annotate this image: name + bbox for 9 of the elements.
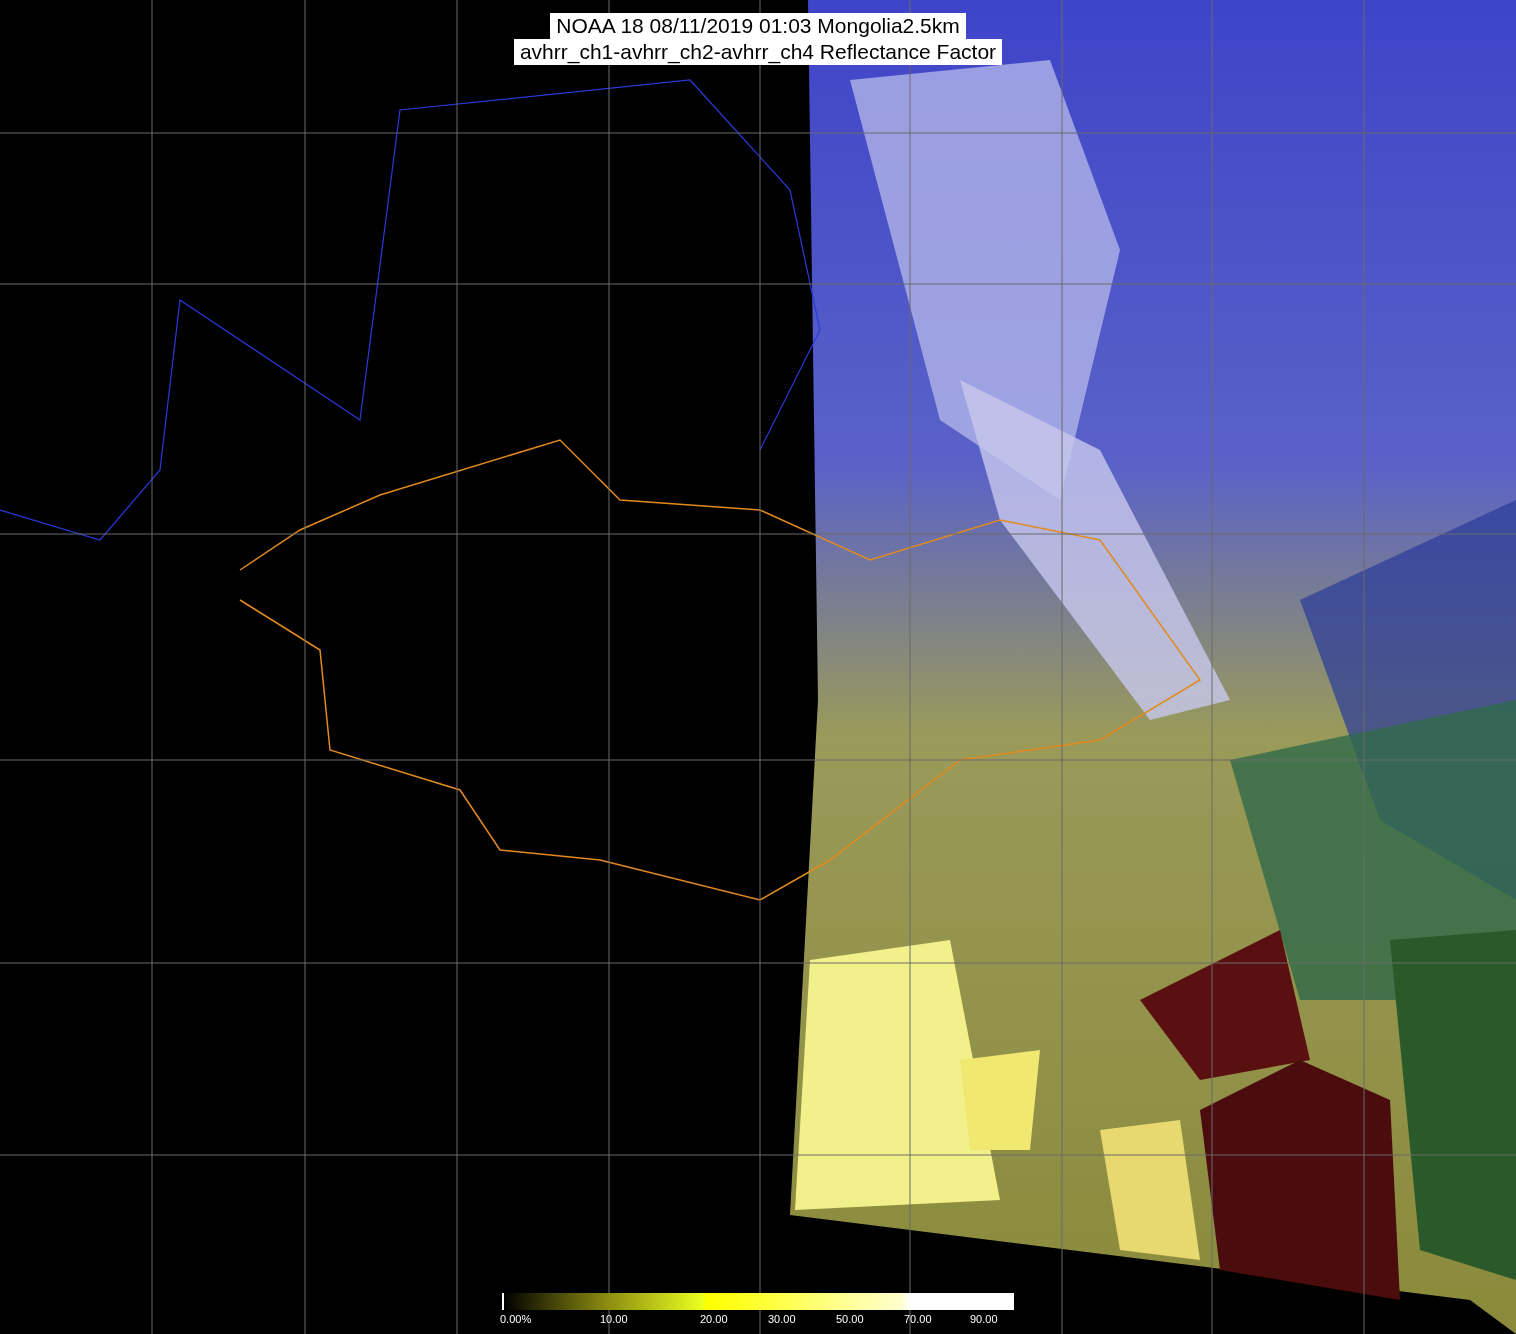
colorbar-label: 30.00 bbox=[768, 1312, 796, 1326]
colorbar-label: 10.00 bbox=[600, 1312, 628, 1326]
map-title: NOAA 18 08/11/2019 01:03 Mongolia2.5km bbox=[550, 13, 966, 39]
colorbar-label: 0.00% bbox=[500, 1312, 532, 1326]
colorbar-label: 50.00 bbox=[836, 1312, 864, 1326]
colorbar-label: 70.00 bbox=[904, 1312, 932, 1326]
colorbar-label: 90.00 bbox=[970, 1312, 998, 1326]
map-title: avhrr_ch1-avhrr_ch2-avhrr_ch4 Reflectance Factor bbox=[513, 39, 1003, 65]
colorbar-label: 20.00 bbox=[700, 1312, 728, 1326]
